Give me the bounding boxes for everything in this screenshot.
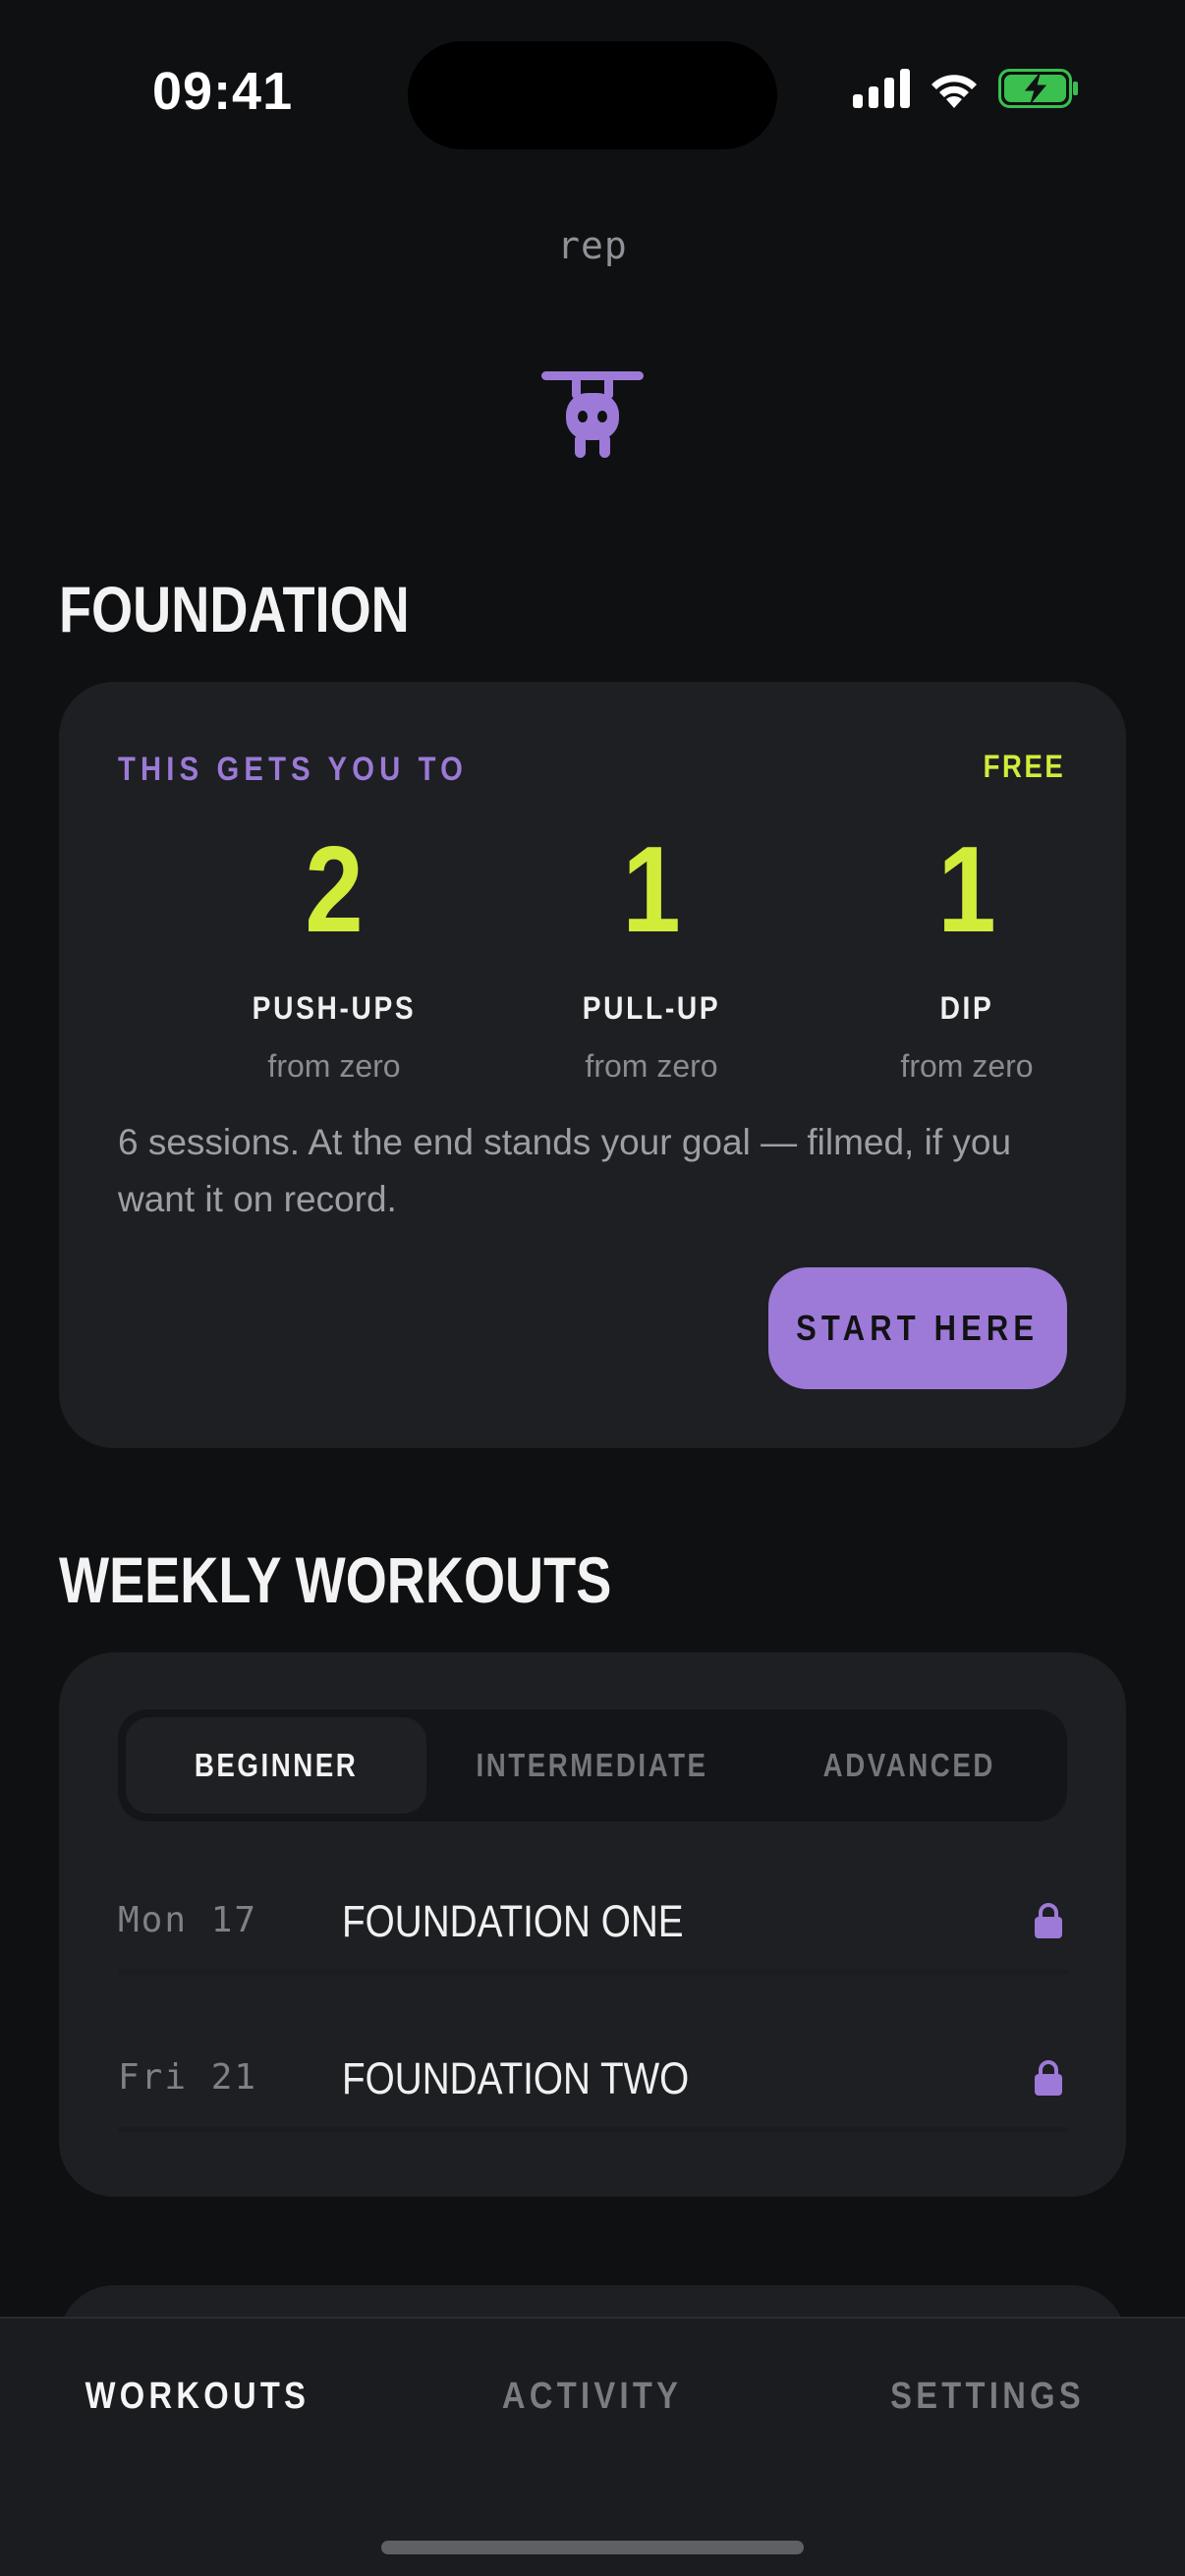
level-segmented-control: BEGINNER INTERMEDIATE ADVANCED	[118, 1709, 1067, 1821]
goal-pull-up: 1 PULL-UP from zero	[494, 829, 809, 1085]
foundation-section-title: FOUNDATION	[59, 573, 410, 645]
lock-icon	[1035, 2060, 1062, 2096]
level-tab-beginner[interactable]: BEGINNER	[126, 1717, 426, 1814]
level-tab-label: INTERMEDIATE	[476, 1747, 709, 1783]
workout-title: FOUNDATION TWO	[342, 2053, 690, 2103]
weekly-workouts-card: BEGINNER INTERMEDIATE ADVANCED Mon 17 FO…	[59, 1652, 1126, 2197]
foundation-card: THIS GETS YOU TO FREE 2 PUSH-UPS from ze…	[59, 682, 1126, 1448]
brand-wordmark: rep	[557, 224, 628, 267]
cellular-signal-icon	[853, 69, 910, 108]
battery-charging-icon	[998, 69, 1078, 108]
goal-count: 2	[305, 822, 364, 958]
foundation-eyebrow: THIS GETS YOU TO	[118, 751, 469, 788]
workout-row[interactable]: Mon 17 FOUNDATION ONE	[118, 1865, 1067, 1975]
workout-date: Fri 21	[118, 2057, 258, 2098]
tab-label: ACTIVITY	[502, 2376, 683, 2417]
goal-subtext: from zero	[267, 1048, 401, 1084]
goal-label: PUSH-UPS	[252, 990, 417, 1026]
lock-icon	[1035, 1903, 1062, 1938]
hanging-mascot-icon	[541, 371, 644, 458]
tab-label: SETTINGS	[890, 2376, 1085, 2417]
free-badge: FREE	[983, 749, 1065, 784]
tab-label: WORKOUTS	[85, 2376, 310, 2417]
goal-dip: 1 DIP from zero	[810, 829, 1124, 1085]
status-icons	[853, 69, 1079, 108]
goal-subtext: from zero	[900, 1048, 1034, 1084]
tab-activity[interactable]: ACTIVITY	[395, 2376, 790, 2418]
goal-count: 1	[937, 822, 996, 958]
workout-row[interactable]: Fri 21 FOUNDATION TWO	[118, 2022, 1067, 2132]
level-tab-advanced[interactable]: ADVANCED	[759, 1717, 1059, 1814]
home-indicator[interactable]	[381, 2541, 804, 2554]
status-time: 09:41	[152, 62, 294, 121]
wifi-icon	[931, 75, 977, 108]
dynamic-island	[408, 41, 777, 149]
start-here-label: START HERE	[796, 1308, 1040, 1348]
level-tab-intermediate[interactable]: INTERMEDIATE	[442, 1717, 743, 1814]
workout-title: FOUNDATION ONE	[342, 1896, 684, 1946]
goal-label: PULL-UP	[582, 990, 721, 1026]
tab-settings[interactable]: SETTINGS	[790, 2376, 1185, 2418]
level-tab-label: BEGINNER	[194, 1747, 359, 1783]
goal-push-ups: 2 PUSH-UPS from zero	[177, 829, 491, 1085]
weekly-section-title: WEEKLY WORKOUTS	[59, 1543, 612, 1616]
goal-count: 1	[622, 822, 681, 958]
start-here-button[interactable]: START HERE	[768, 1267, 1067, 1389]
goal-label: DIP	[939, 990, 994, 1026]
workout-date: Mon 17	[118, 1900, 258, 1940]
tab-workouts[interactable]: WORKOUTS	[0, 2376, 395, 2418]
level-tab-label: ADVANCED	[822, 1747, 995, 1783]
goal-subtext: from zero	[585, 1048, 718, 1084]
bottom-tab-bar: WORKOUTS ACTIVITY SETTINGS	[0, 2317, 1185, 2576]
app-screen: 09:41 rep FOUNDATION THIS GETS YOU TO FR…	[0, 0, 1185, 2576]
foundation-description: 6 sessions. At the end stands your goal …	[118, 1122, 1012, 1219]
